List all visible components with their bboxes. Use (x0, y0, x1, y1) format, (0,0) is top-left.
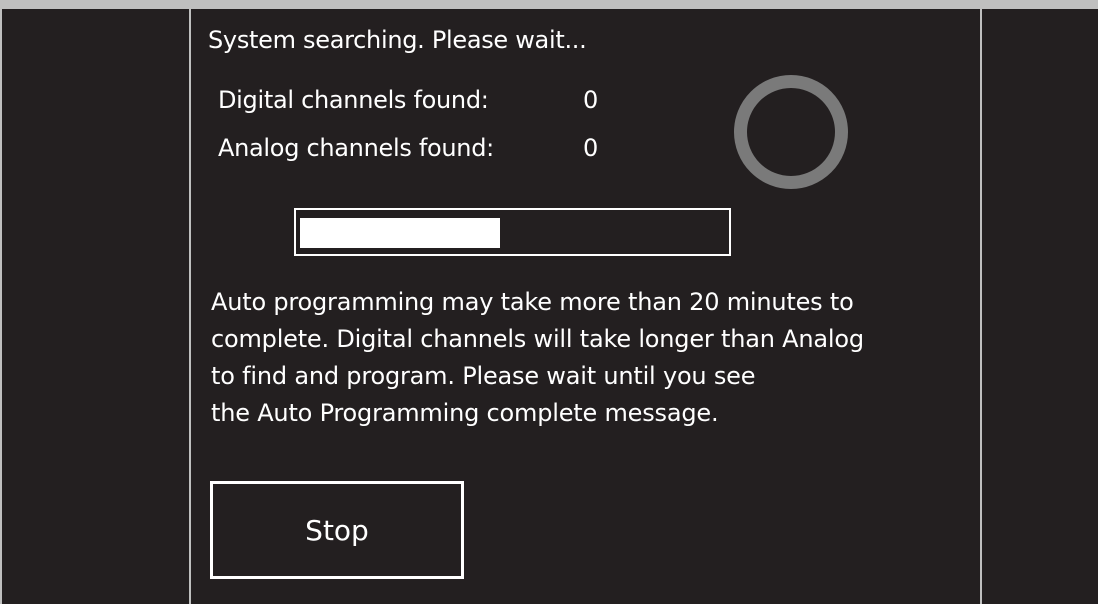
auto-programming-screen: System searching. Please wait... Digital… (0, 0, 1098, 604)
left-panel-divider (189, 9, 191, 604)
auto-programming-info: Auto programming may take more than 20 m… (211, 284, 951, 432)
info-line: Auto programming may take more than 20 m… (211, 288, 854, 316)
digital-channels-label: Digital channels found: (218, 86, 489, 114)
loading-ring-icon (734, 75, 848, 189)
top-border (0, 0, 1098, 9)
info-line: to find and program. Please wait until y… (211, 362, 756, 390)
search-progress-bar (294, 208, 731, 256)
digital-channels-count: 0 (583, 86, 599, 114)
info-line: the Auto Programming complete message. (211, 399, 719, 427)
analog-channels-label: Analog channels found: (218, 134, 494, 162)
stop-button[interactable]: Stop (210, 481, 464, 579)
analog-channels-count: 0 (583, 134, 599, 162)
info-line: complete. Digital channels will take lon… (211, 325, 864, 353)
left-border (0, 0, 2, 604)
status-title: System searching. Please wait... (208, 26, 587, 54)
right-panel-divider (980, 9, 982, 604)
search-progress-fill (300, 218, 500, 248)
